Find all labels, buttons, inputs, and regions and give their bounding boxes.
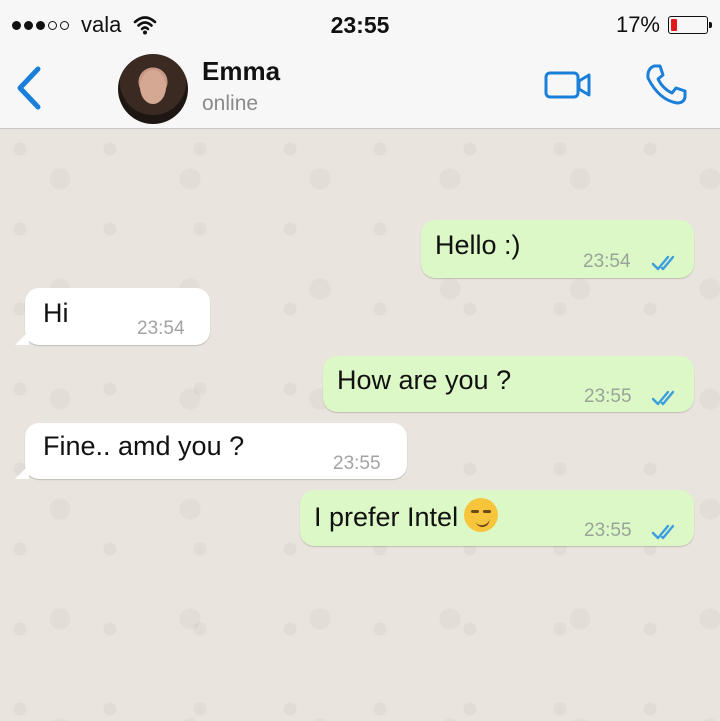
status-time: 23:55 xyxy=(330,12,390,38)
message-text: I prefer Intel xyxy=(314,498,499,533)
message-time: 23:55 xyxy=(333,453,381,474)
status-bar: vala 23:55 17% xyxy=(0,0,720,50)
battery-icon xyxy=(668,16,712,34)
smirk-emoji-icon xyxy=(464,498,499,532)
battery-level xyxy=(671,19,677,31)
message-time: 23:55 xyxy=(584,520,632,541)
back-chevron-icon[interactable] xyxy=(14,65,44,111)
message-bubble-incoming[interactable]: Fine.. amd you ? 23:55 xyxy=(15,423,407,479)
message-bubble-outgoing[interactable]: Hello :) 23:54 xyxy=(421,220,694,278)
message-time: 23:54 xyxy=(137,318,185,339)
video-call-icon[interactable] xyxy=(544,68,592,102)
message-time: 23:55 xyxy=(584,386,632,407)
message-time: 23:54 xyxy=(583,251,631,272)
phone-icon[interactable] xyxy=(644,62,688,106)
message-bubble-incoming[interactable]: Hi 23:54 xyxy=(15,288,210,345)
contact-name[interactable]: Emma xyxy=(202,56,280,87)
message-text: How are you ? xyxy=(337,365,512,395)
message-bubble-outgoing[interactable]: How are you ? 23:55 xyxy=(323,356,694,412)
message-text: Fine.. amd you ? xyxy=(43,431,245,461)
contact-status: online xyxy=(202,92,259,115)
message-text: Hello :) xyxy=(435,230,521,260)
battery-percentage: 17% xyxy=(615,12,660,37)
message-text: Hi xyxy=(43,298,69,328)
double-check-read-icon xyxy=(651,524,675,540)
status-right: 17% xyxy=(615,12,712,38)
chat-area[interactable]: Hello :) 23:54 Hi 23:54 How are you ? 23… xyxy=(0,129,720,721)
double-check-read-icon xyxy=(651,255,675,271)
double-check-read-icon xyxy=(651,390,675,406)
chat-header: Emma online xyxy=(0,50,720,129)
contact-avatar[interactable] xyxy=(118,54,188,124)
message-bubble-outgoing[interactable]: I prefer Intel 23:55 xyxy=(300,490,694,546)
message-text-content: I prefer Intel xyxy=(314,502,459,532)
